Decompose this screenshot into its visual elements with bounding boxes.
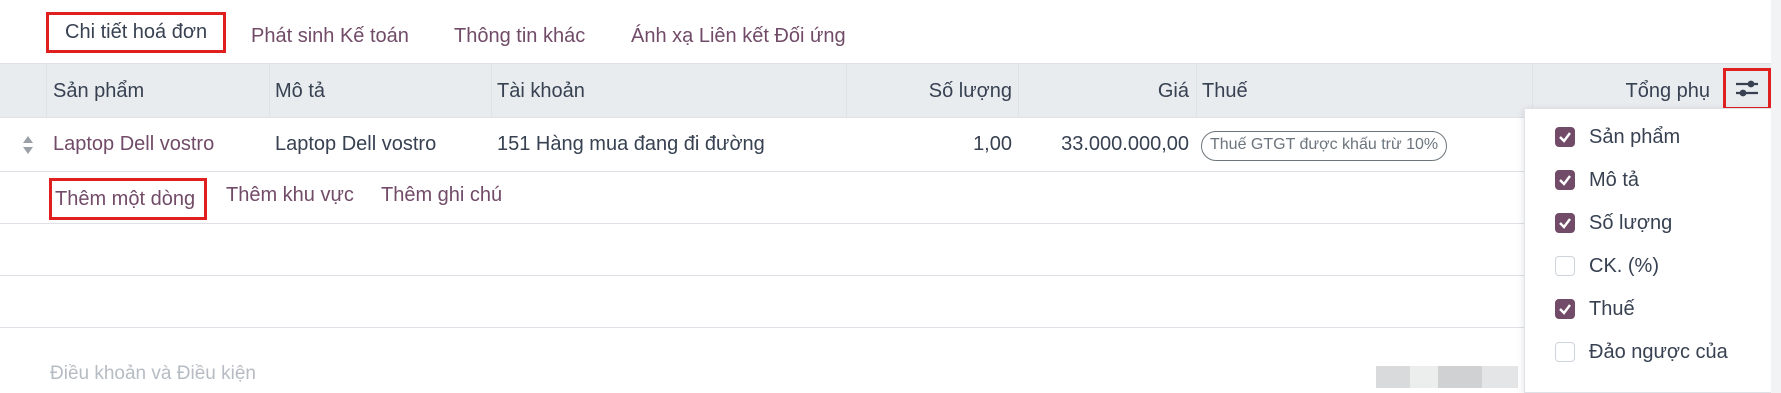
empty-row xyxy=(0,276,1781,328)
column-option-description[interactable]: Mô tả xyxy=(1555,165,1639,195)
column-divider xyxy=(1018,64,1019,118)
column-option-label: Sản phẩm xyxy=(1589,125,1681,148)
cell-product[interactable]: Laptop Dell vostro xyxy=(53,118,214,170)
tab-other-info[interactable]: Thông tin khác xyxy=(454,14,585,58)
header-account[interactable]: Tài khoản xyxy=(497,64,585,118)
column-divider xyxy=(846,64,847,118)
optional-columns-dropdown: Sản phẩm Mô tả Số lượng CK. (%) Thuế Đảo… xyxy=(1524,108,1781,393)
header-description[interactable]: Mô tả xyxy=(275,64,325,118)
add-note-button[interactable]: Thêm ghi chú xyxy=(381,184,502,207)
checkmark-icon xyxy=(1559,218,1571,229)
tax-tag[interactable]: Thuế GTGT được khấu trừ 10% xyxy=(1201,131,1448,161)
notebook-tabs: Chi tiết hoá đơn Phát sinh Kế toán Thông… xyxy=(0,0,1781,64)
header-tax[interactable]: Thuế xyxy=(1202,64,1248,118)
sliders-icon xyxy=(1736,80,1758,97)
column-divider xyxy=(1196,64,1197,118)
column-option-label: Thuế xyxy=(1589,297,1635,320)
column-option-label: CK. (%) xyxy=(1589,254,1659,277)
add-section-button[interactable]: Thêm khu vực xyxy=(226,184,354,207)
drag-handle-icon[interactable] xyxy=(22,135,34,155)
column-option-product[interactable]: Sản phẩm xyxy=(1555,122,1680,152)
terms-conditions-field[interactable]: Điều khoản và Điều kiện xyxy=(50,363,256,385)
checkbox-checked[interactable] xyxy=(1555,213,1575,233)
checkbox-unchecked[interactable] xyxy=(1555,342,1575,362)
cell-account[interactable]: 151 Hàng mua đang đi đường xyxy=(497,118,765,170)
column-divider xyxy=(269,64,270,118)
checkbox-unchecked[interactable] xyxy=(1555,256,1575,276)
table-row[interactable]: Laptop Dell vostro Laptop Dell vostro 15… xyxy=(0,118,1781,172)
invoice-lines-panel: Chi tiết hoá đơn Phát sinh Kế toán Thông… xyxy=(0,0,1781,393)
cell-quantity[interactable]: 1,00 xyxy=(846,118,1012,170)
header-product[interactable]: Sản phẩm xyxy=(53,64,144,118)
column-option-tax[interactable]: Thuế xyxy=(1555,294,1635,324)
checkbox-checked[interactable] xyxy=(1555,299,1575,319)
optional-columns-button[interactable] xyxy=(1723,68,1771,110)
tab-counterpart-mapping[interactable]: Ánh xạ Liên kết Đối ứng xyxy=(631,14,846,58)
column-divider xyxy=(491,64,492,118)
column-option-quantity[interactable]: Số lượng xyxy=(1555,208,1672,238)
vertical-scrollbar[interactable] xyxy=(1771,0,1781,393)
column-option-reversal[interactable]: Đảo ngược của xyxy=(1555,337,1728,367)
checkmark-icon xyxy=(1559,132,1571,143)
checkmark-icon xyxy=(1559,304,1571,315)
checkbox-checked[interactable] xyxy=(1555,170,1575,190)
tab-journal-items[interactable]: Phát sinh Kế toán xyxy=(251,14,409,58)
add-line-button[interactable]: Thêm một dòng xyxy=(49,178,207,220)
empty-row xyxy=(0,224,1781,276)
column-option-label: Đảo ngược của xyxy=(1589,340,1728,363)
checkbox-checked[interactable] xyxy=(1555,127,1575,147)
checkmark-icon xyxy=(1559,175,1571,186)
table-header: Sản phẩm Mô tả Tài khoản Số lượng Giá Th… xyxy=(0,64,1781,118)
cell-description[interactable]: Laptop Dell vostro xyxy=(275,118,436,170)
column-option-label: Mô tả xyxy=(1589,168,1640,191)
header-quantity[interactable]: Số lượng xyxy=(846,64,1012,118)
tab-invoice-lines[interactable]: Chi tiết hoá đơn xyxy=(46,12,227,53)
column-option-label: Số lượng xyxy=(1589,211,1673,234)
cell-price[interactable]: 33.000.000,00 xyxy=(1020,118,1189,170)
column-divider xyxy=(46,64,47,118)
header-price[interactable]: Giá xyxy=(1020,64,1189,118)
column-option-discount[interactable]: CK. (%) xyxy=(1555,251,1659,281)
